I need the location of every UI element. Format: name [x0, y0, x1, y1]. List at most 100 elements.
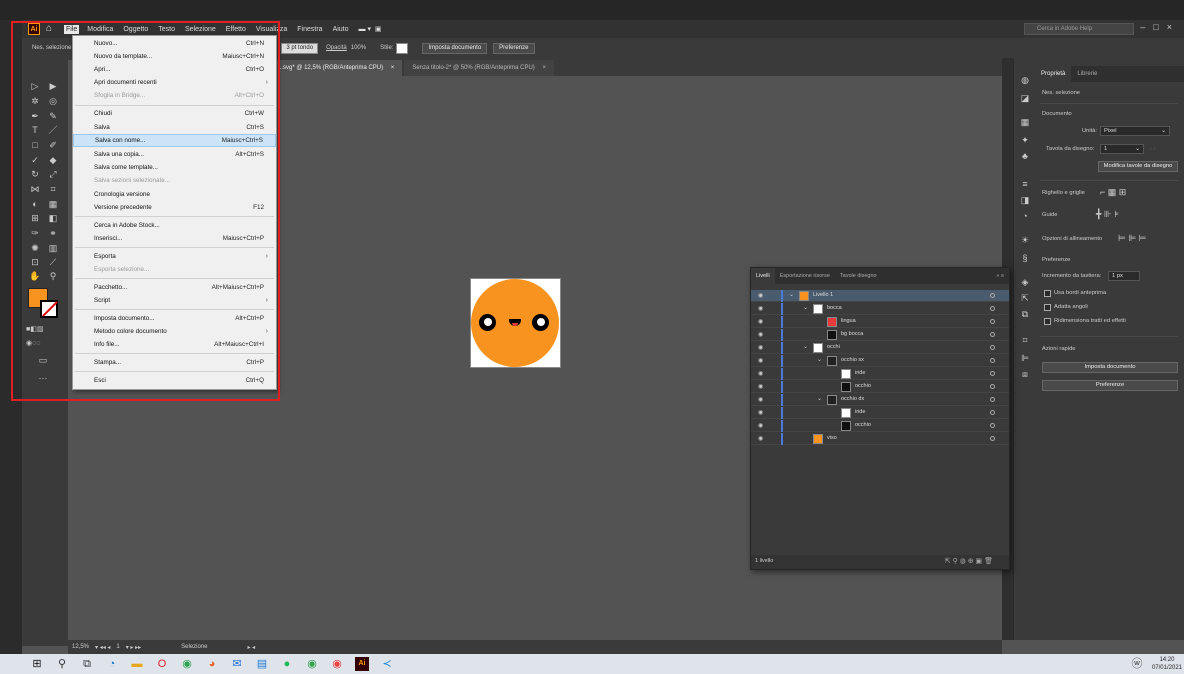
tab-asset-export[interactable]: Esportazione risorse [775, 268, 835, 284]
workspace-switcher-icon[interactable]: ▬ ▾ ▣ [357, 24, 384, 34]
layer-row[interactable]: ◉ iride [751, 368, 1009, 380]
visibility-icon[interactable]: ◉ [758, 435, 763, 442]
status-arrow-icon[interactable]: ▸ ◂ [248, 644, 256, 651]
task-view-icon[interactable]: ⧉ [80, 657, 94, 671]
layer-row[interactable]: ◉ ⌄ occhio dx [751, 394, 1009, 406]
artboard-nav-icon[interactable]: ‹ › [1150, 146, 1155, 152]
keyboard-increment-field[interactable]: 1 px [1108, 271, 1140, 281]
layers-footer-action-icons[interactable]: ⇱ ⚲ ◍ ⊕ ▣ 🗑 [945, 557, 993, 565]
opacity-label[interactable]: Opacità [326, 45, 347, 51]
graphic-styles-icon[interactable]: § [1018, 252, 1032, 264]
units-select[interactable]: Pixel ⌄ [1100, 126, 1170, 136]
layer-row[interactable]: ◉ viso [751, 433, 1009, 445]
gradient-panel-icon[interactable]: ◨ [1018, 194, 1032, 206]
visibility-icon[interactable]: ◉ [758, 344, 763, 351]
layer-row[interactable]: ◉ ⌄ occhi [751, 342, 1009, 354]
vscode-icon[interactable]: ≺ [380, 657, 394, 671]
tab-properties[interactable]: Proprietà [1035, 66, 1072, 82]
target-circle-icon[interactable] [990, 436, 995, 441]
expand-toggle-icon[interactable]: ⌄ [803, 304, 808, 311]
document-setup-button[interactable]: Imposta documento [422, 42, 488, 54]
libraries-icon[interactable]: ◪ [1018, 92, 1032, 104]
tab-close-icon[interactable]: × [542, 65, 546, 71]
layer-row[interactable]: ◉ occhio [751, 381, 1009, 393]
preferences-button[interactable]: Preferenze [1042, 380, 1178, 391]
tab-close-icon[interactable]: × [391, 65, 395, 71]
chrome-profile-icon[interactable]: ◉ [305, 657, 319, 671]
appearance-icon[interactable]: ☀ [1018, 234, 1032, 246]
visibility-icon[interactable]: ◉ [758, 331, 763, 338]
firefox-icon[interactable]: ◕ [205, 657, 219, 671]
transparency-icon[interactable]: ◔ [1018, 210, 1032, 222]
align-panel-icon[interactable]: ⊫ [1018, 352, 1032, 364]
visibility-icon[interactable]: ◉ [758, 370, 763, 377]
document-setup-button[interactable]: Imposta documento [1042, 362, 1178, 373]
target-circle-icon[interactable] [990, 397, 995, 402]
guides-toggle-icons[interactable]: ╋ ⊪ ⊧ [1096, 209, 1119, 220]
asset-export-icon[interactable]: ⇱ [1018, 292, 1032, 304]
file-explorer-icon[interactable]: ▬ [130, 657, 144, 671]
visibility-icon[interactable]: ◉ [758, 396, 763, 403]
rulers-grid-toggle-icons[interactable]: ⌐ ▦ ⊞ [1100, 187, 1126, 198]
visibility-icon[interactable]: ◉ [758, 357, 763, 364]
expand-toggle-icon[interactable]: ⌄ [817, 356, 822, 363]
target-circle-icon[interactable] [990, 293, 995, 298]
windows-start-icon[interactable]: ⊞ [30, 657, 44, 671]
artboard-number[interactable]: 1 [116, 644, 119, 650]
scale-corners-checkbox[interactable] [1044, 304, 1051, 311]
style-swatch[interactable] [396, 42, 409, 54]
chrome-icon[interactable]: ◉ [180, 657, 194, 671]
layer-row[interactable]: ◉ occhio [751, 420, 1009, 432]
network-icon[interactable]: ⓦ [1130, 657, 1144, 671]
zoom-level[interactable]: 12,5% [72, 644, 89, 650]
layers-panel-icon[interactable]: ◈ [1018, 276, 1032, 288]
preview-bounds-checkbox[interactable] [1044, 290, 1051, 297]
target-circle-icon[interactable] [990, 358, 995, 363]
layer-row[interactable]: ◉ ⌄ bocca [751, 303, 1009, 315]
illustrator-taskbar-icon[interactable]: Ai [355, 657, 369, 671]
target-circle-icon[interactable] [990, 410, 995, 415]
visibility-icon[interactable]: ◉ [758, 422, 763, 429]
expand-toggle-icon[interactable]: ⌄ [817, 395, 822, 402]
edit-artboards-button[interactable]: Modifica tavole da disegno [1098, 161, 1178, 172]
search-icon[interactable]: ⚲ [55, 657, 69, 671]
opacity-value[interactable]: 100% [351, 45, 366, 51]
preferences-button[interactable]: Preferenze [493, 42, 535, 54]
swatches-icon[interactable]: ▦ [1018, 116, 1032, 128]
target-circle-icon[interactable] [990, 306, 995, 311]
layer-row[interactable]: ◉ ⌄ occhio sx [751, 355, 1009, 367]
target-circle-icon[interactable] [990, 371, 995, 376]
layer-row[interactable]: ◉ iride [751, 407, 1009, 419]
artboards-panel-icon[interactable]: ⧉ [1018, 308, 1032, 320]
mail-icon[interactable]: ✉ [230, 657, 244, 671]
stroke-panel-icon[interactable]: ≡ [1018, 178, 1032, 190]
chrome-dev-icon[interactable]: ◉ [330, 657, 344, 671]
transform-panel-icon[interactable]: ⌗ [1018, 334, 1032, 346]
visibility-icon[interactable]: ◉ [758, 383, 763, 390]
color-panel-icon[interactable]: ◍ [1018, 74, 1032, 86]
target-circle-icon[interactable] [990, 384, 995, 389]
align-options-icons[interactable]: ⊨ ⊫ ⊨ [1118, 233, 1147, 244]
opera-icon[interactable]: O [155, 657, 169, 671]
layer-row[interactable]: ◉ lingua [751, 316, 1009, 328]
tab-layers[interactable]: Livelli [751, 268, 775, 284]
visibility-icon[interactable]: ◉ [758, 305, 763, 312]
tab-libraries[interactable]: Librerie [1071, 66, 1103, 82]
layer-row[interactable]: ◉ bg bocca [751, 329, 1009, 341]
pathfinder-icon[interactable]: ⧈ [1018, 368, 1032, 380]
target-circle-icon[interactable] [990, 423, 995, 428]
panel-menu-icon[interactable]: » ≡ [991, 268, 1009, 284]
visibility-icon[interactable]: ◉ [758, 318, 763, 325]
visibility-icon[interactable]: ◉ [758, 292, 763, 299]
spotify-icon[interactable]: ● [280, 657, 294, 671]
expand-toggle-icon[interactable]: ⌄ [803, 343, 808, 350]
symbols-icon[interactable]: ♣ [1018, 150, 1032, 162]
artboard-select[interactable]: 1 ⌄ [1100, 144, 1144, 154]
target-circle-icon[interactable] [990, 319, 995, 324]
target-circle-icon[interactable] [990, 345, 995, 350]
menu-finestra[interactable]: Finestra [295, 25, 324, 34]
brushes-icon[interactable]: ✦ [1018, 134, 1032, 146]
stroke-profile-field[interactable]: 3 pt tondo [281, 42, 319, 54]
edge-browser-icon[interactable]: ◔ [105, 657, 119, 671]
window-controls[interactable]: –□× [1140, 22, 1180, 32]
